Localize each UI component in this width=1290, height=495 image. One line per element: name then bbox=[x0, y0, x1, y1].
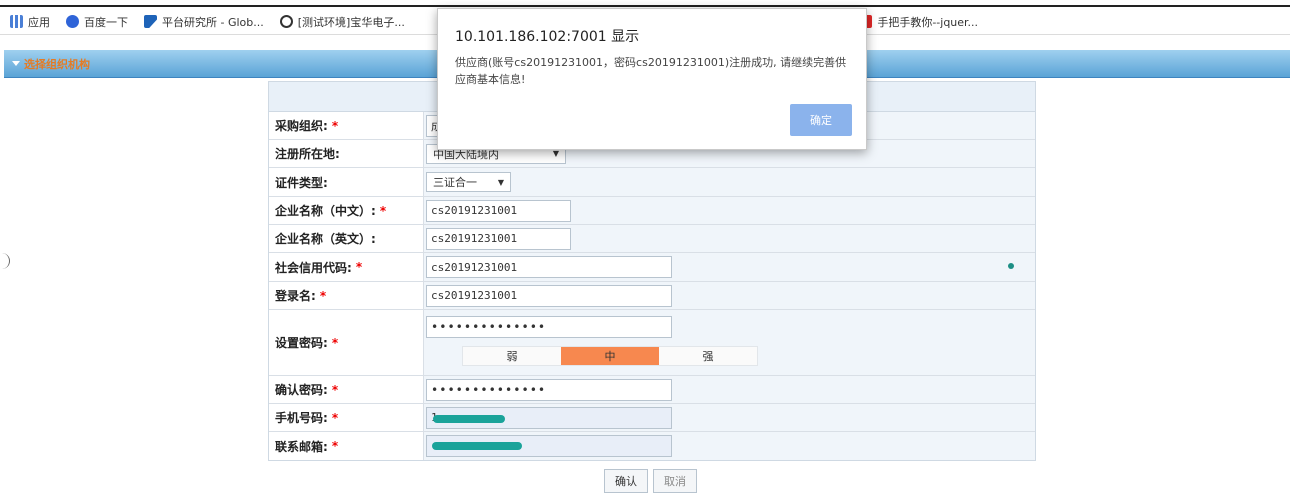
dialog-ok-button[interactable]: 确定 bbox=[790, 104, 852, 136]
bookmark-label: [测试环境]宝华电子... bbox=[297, 15, 405, 29]
form-value bbox=[424, 432, 1035, 460]
dialog-message: 供应商(账号cs20191231001，密码cs20191231001)注册成功… bbox=[455, 56, 847, 86]
strength-strong: 强 bbox=[702, 350, 714, 363]
bookmark-apps[interactable]: 应用 bbox=[10, 14, 50, 30]
form-actions: 确认 取消 bbox=[604, 469, 697, 493]
form-row-company-name-en: 企业名称（英文）: cs20191231001 bbox=[269, 225, 1035, 253]
bookmark-label: 平台研究所 - Glob... bbox=[162, 15, 264, 29]
required-star: * bbox=[379, 203, 387, 218]
login-name-input[interactable]: cs20191231001 bbox=[426, 284, 672, 307]
form-label: 证件类型: bbox=[269, 168, 424, 196]
form-row-email: 联系邮箱: * bbox=[269, 432, 1035, 460]
cancel-button[interactable]: 取消 bbox=[653, 469, 697, 493]
collapse-triangle-icon bbox=[12, 61, 20, 66]
form-label: 企业名称（英文）: bbox=[269, 225, 424, 252]
test-env-icon bbox=[279, 15, 293, 28]
form-row-set-password: 设置密码: * •••••••••••••• 弱 中 强 bbox=[269, 310, 1035, 376]
bookmark-test-env[interactable]: [测试环境]宝华电子... bbox=[279, 14, 405, 30]
form-label: 登录名: * bbox=[269, 282, 424, 309]
company-name-en-input[interactable]: cs20191231001 bbox=[426, 227, 571, 250]
form-value: 1 bbox=[424, 404, 1035, 431]
required-star: * bbox=[355, 260, 363, 274]
required-star: * bbox=[331, 410, 339, 425]
phone-input[interactable]: 1 bbox=[426, 406, 672, 429]
bookmark-label: 应用 bbox=[28, 15, 50, 29]
credit-code-input[interactable]: cs20191231001 bbox=[426, 256, 672, 278]
chevron-down-icon: ▼ bbox=[497, 177, 504, 187]
required-star: * bbox=[331, 118, 339, 133]
redaction-mark bbox=[433, 414, 505, 423]
window-top-edge bbox=[0, 5, 1290, 7]
form-label: 注册所在地: bbox=[269, 140, 424, 167]
confirm-button[interactable]: 确认 bbox=[604, 469, 648, 493]
form-label: 联系邮箱: * bbox=[269, 432, 424, 460]
platform-logo-icon bbox=[144, 15, 157, 28]
alert-dialog: 10.101.186.102:7001 显示 供应商(账号cs201912310… bbox=[437, 8, 867, 150]
redaction-mark bbox=[432, 442, 522, 450]
bookmark-label: 手把手教你--jquer... bbox=[877, 15, 979, 29]
password-strength-meter: 弱 中 强 bbox=[462, 346, 758, 366]
form-row-certificate-type: 证件类型: 三证合一 ▼ bbox=[269, 168, 1035, 197]
apps-grid-icon bbox=[10, 15, 23, 28]
company-name-cn-input[interactable]: cs20191231001 bbox=[426, 199, 571, 222]
form-value: •••••••••••••• bbox=[424, 376, 1035, 403]
form-value: 三证合一 ▼ bbox=[424, 168, 1035, 196]
bookmark-label: 百度一下 bbox=[84, 15, 128, 29]
status-dot bbox=[1008, 263, 1014, 269]
browser-window: 应用 百度一下 平台研究所 - Glob... [测试环境]宝华电子... ..… bbox=[0, 0, 1290, 495]
form-value: cs20191231001 bbox=[424, 253, 1035, 281]
form-label: 设置密码: * bbox=[269, 310, 424, 375]
form-label: 采购组织: * bbox=[269, 112, 424, 139]
form-value: cs20191231001 bbox=[424, 225, 1035, 252]
form-value: •••••••••••••• 弱 中 强 bbox=[424, 310, 1035, 375]
certificate-type-select[interactable]: 三证合一 ▼ bbox=[426, 172, 511, 192]
form-row-login-name: 登录名: * cs20191231001 bbox=[269, 282, 1035, 310]
strength-weak: 弱 bbox=[506, 350, 518, 363]
left-edge-handle bbox=[0, 253, 10, 269]
form-label: 手机号码: * bbox=[269, 404, 424, 431]
form-label: 企业名称（中文）: * bbox=[269, 197, 424, 224]
bookmark-platform[interactable]: 平台研究所 - Glob... bbox=[144, 14, 264, 30]
form-row-confirm-password: 确认密码: * •••••••••••••• bbox=[269, 376, 1035, 404]
org-header-title: 选择组织机构 bbox=[24, 57, 90, 71]
required-star: * bbox=[331, 335, 339, 350]
strength-medium: 中 bbox=[561, 347, 659, 365]
dialog-title: 10.101.186.102:7001 显示 bbox=[455, 29, 640, 45]
required-star: * bbox=[331, 439, 339, 453]
form-row-phone: 手机号码:* 1 bbox=[269, 404, 1035, 432]
confirm-password-input[interactable]: •••••••••••••• bbox=[426, 378, 672, 401]
required-star: * bbox=[319, 288, 327, 303]
form-row-company-name-cn: 企业名称（中文）: * cs20191231001 bbox=[269, 197, 1035, 225]
form-row-credit-code: 社会信用代码: * cs20191231001 bbox=[269, 253, 1035, 282]
form-label: 确认密码: * bbox=[269, 376, 424, 403]
form-value: cs20191231001 bbox=[424, 282, 1035, 309]
baidu-paw-icon bbox=[66, 15, 79, 28]
bookmark-baidu[interactable]: 百度一下 bbox=[66, 14, 128, 30]
required-star: * bbox=[331, 382, 339, 397]
bookmark-jquery[interactable]: 手把手教你--jquer... bbox=[859, 14, 978, 30]
form-value: cs20191231001 bbox=[424, 197, 1035, 224]
password-input[interactable]: •••••••••••••• bbox=[426, 316, 672, 338]
form-label: 社会信用代码: * bbox=[269, 253, 424, 281]
chevron-down-icon: ▼ bbox=[552, 149, 559, 158]
